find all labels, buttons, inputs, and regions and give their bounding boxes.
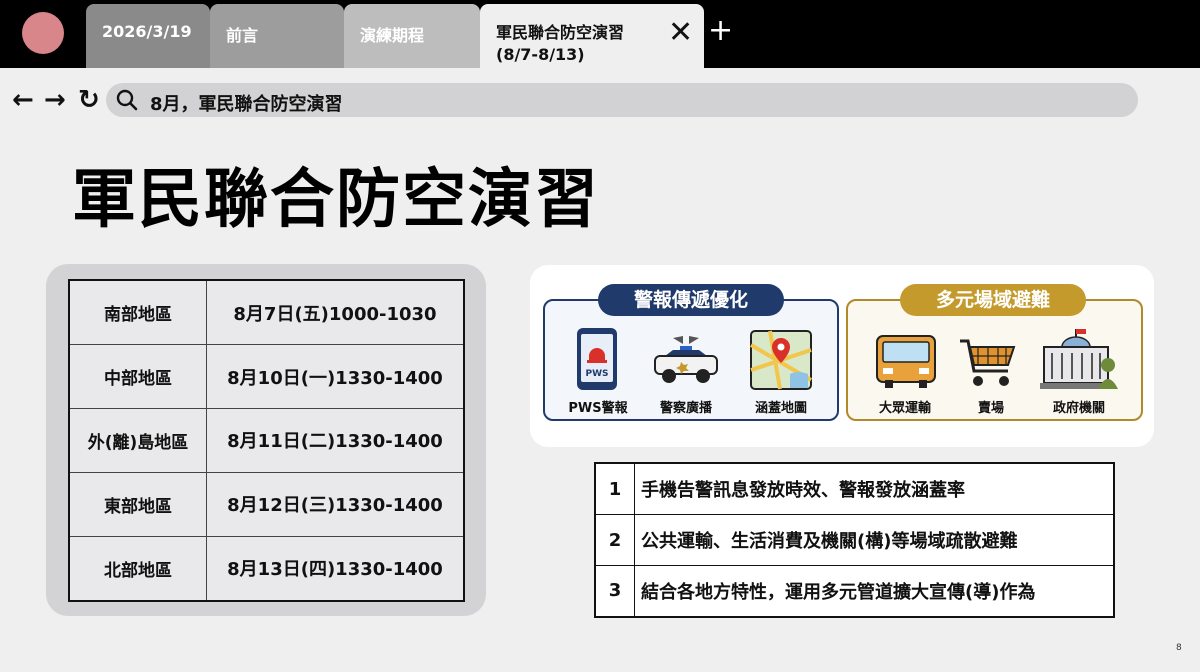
back-arrow-icon[interactable]: ←	[12, 86, 34, 114]
window-control-circle[interactable]	[22, 12, 64, 54]
address-text: 8月，軍民聯合防空演習	[150, 94, 343, 115]
public-transport-label: 大眾運輸	[878, 401, 931, 416]
tab-active-label: 軍民聯合防空演習 (8/7-8/13)	[496, 23, 625, 64]
police-car-icon	[651, 332, 721, 394]
police-broadcast-label: 警察廣播	[659, 401, 712, 416]
government-office-label: 政府機關	[1052, 401, 1105, 416]
region-cell: 外(離)島地區	[68, 408, 207, 473]
address-bar[interactable]: 8月，軍民聯合防空演習	[106, 83, 1138, 117]
schedule-table: 南部地區 8月7日(五)1000-1030 中部地區 8月10日(一)1330-…	[68, 279, 465, 602]
close-icon[interactable]: ✕	[668, 18, 693, 48]
table-row: 外(離)島地區 8月11日(二)1330-1400	[68, 408, 465, 473]
table-row: 東部地區 8月12日(三)1330-1400	[68, 471, 465, 537]
tab-preface[interactable]: 前言	[210, 4, 344, 68]
goal-text: 結合各地方特性，運用多元管道擴大宣傳(導)作為	[634, 564, 1115, 618]
alert-panel-title: 警報傳遞優化	[598, 284, 784, 316]
goals-table: 1 手機告警訊息發放時效、警報發放涵蓋率 2 公共運輸、生活消費及機關(構)等場…	[594, 462, 1115, 618]
map-icon	[749, 330, 813, 394]
bus-icon	[873, 334, 939, 394]
page-number: 8	[1176, 643, 1182, 653]
coverage-map-label: 涵蓋地圖	[754, 401, 807, 416]
forward-arrow-icon[interactable]: →	[44, 86, 66, 114]
store-label: 賣場	[977, 401, 1004, 416]
government-building-icon	[1040, 327, 1122, 397]
goal-text: 公共運輸、生活消費及機關(構)等場域疏散避難	[634, 514, 1115, 566]
goal-text: 手機告警訊息發放時效、警報發放涵蓋率	[634, 462, 1115, 516]
goal-number: 2	[594, 514, 635, 566]
table-row: 3 結合各地方特性，運用多元管道擴大宣傳(導)作為	[594, 564, 1115, 618]
time-cell: 8月11日(二)1330-1400	[206, 408, 465, 473]
time-cell: 8月13日(四)1330-1400	[206, 535, 465, 602]
pws-label: PWS警報	[568, 401, 628, 416]
shopping-cart-icon	[958, 337, 1018, 393]
table-row: 2 公共運輸、生活消費及機關(構)等場域疏散避難	[594, 514, 1115, 566]
time-cell: 8月10日(一)1330-1400	[206, 344, 465, 410]
table-row: 1 手機告警訊息發放時效、警報發放涵蓋率	[594, 462, 1115, 516]
tab-schedule[interactable]: 演練期程	[344, 4, 480, 68]
goal-number: 3	[594, 564, 635, 618]
search-icon	[116, 89, 138, 111]
time-cell: 8月7日(五)1000-1030	[206, 279, 465, 346]
page-title: 軍民聯合防空演習	[72, 163, 600, 237]
tab-date[interactable]: 2026/3/19	[86, 4, 210, 68]
reload-icon[interactable]: ↻	[78, 86, 100, 114]
region-cell: 南部地區	[68, 279, 207, 346]
region-cell: 中部地區	[68, 344, 207, 410]
pws-badge: PWS	[585, 369, 608, 379]
evacuation-panel-title: 多元場域避難	[900, 284, 1086, 316]
table-row: 南部地區 8月7日(五)1000-1030	[68, 279, 465, 346]
table-row: 北部地區 8月13日(四)1330-1400	[68, 535, 465, 602]
time-cell: 8月12日(三)1330-1400	[206, 471, 465, 537]
phone-alert-icon: PWS	[575, 326, 619, 396]
add-tab-icon[interactable]: +	[708, 16, 733, 46]
table-row: 中部地區 8月10日(一)1330-1400	[68, 344, 465, 410]
region-cell: 北部地區	[68, 535, 207, 602]
region-cell: 東部地區	[68, 471, 207, 537]
goal-number: 1	[594, 462, 635, 516]
